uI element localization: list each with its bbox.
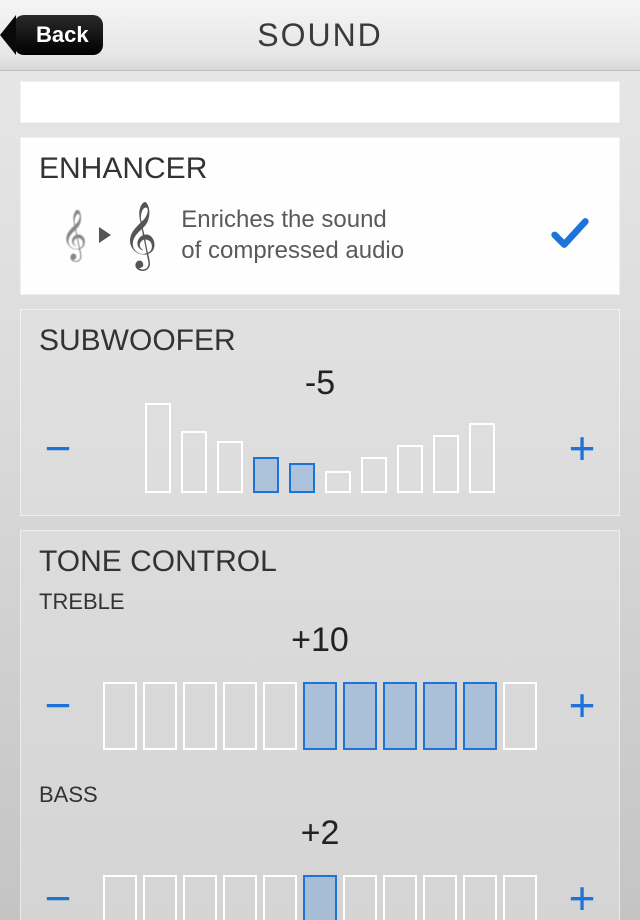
bass-plus-button[interactable]: + xyxy=(559,866,605,920)
treble-bars[interactable] xyxy=(87,660,553,750)
enhancer-card: ENHANCER 𝄞 𝄞 Enriches the sound of compr… xyxy=(20,137,620,295)
subwoofer-bar[interactable] xyxy=(253,457,279,493)
subwoofer-bar[interactable] xyxy=(361,457,387,493)
bass-bar[interactable] xyxy=(143,875,177,920)
enhancer-title: ENHANCER xyxy=(21,138,619,186)
bass-bar[interactable] xyxy=(503,875,537,920)
bass-minus-button[interactable]: − xyxy=(35,866,81,920)
subwoofer-bar[interactable] xyxy=(325,471,351,493)
subwoofer-bars[interactable] xyxy=(87,403,553,493)
treble-plus-button[interactable]: + xyxy=(559,673,605,737)
bass-bar[interactable] xyxy=(223,875,257,920)
checkmark-icon xyxy=(547,243,593,260)
treble-bar[interactable] xyxy=(503,682,537,750)
subwoofer-plus-button[interactable]: + xyxy=(559,416,605,480)
back-button[interactable]: Back xyxy=(14,15,103,55)
tone-title: TONE CONTROL xyxy=(21,531,619,579)
bass-bar[interactable] xyxy=(383,875,417,920)
enhancer-description: Enriches the sound of compressed audio xyxy=(181,204,523,266)
subwoofer-bar[interactable] xyxy=(289,463,315,493)
treble-bar[interactable] xyxy=(303,682,337,750)
subwoofer-value: -5 xyxy=(35,364,605,403)
subwoofer-minus-button[interactable]: − xyxy=(35,416,81,480)
navbar: Back SOUND xyxy=(0,0,640,71)
bass-bar[interactable] xyxy=(463,875,497,920)
subwoofer-title: SUBWOOFER xyxy=(21,310,619,358)
treble-value: +10 xyxy=(35,621,605,660)
treble-clef-small-icon: 𝄞 xyxy=(61,213,87,257)
subwoofer-bar[interactable] xyxy=(217,441,243,493)
tone-card: TONE CONTROL TREBLE +10 − xyxy=(20,530,620,920)
bass-label: BASS xyxy=(21,772,619,808)
bass-bars[interactable] xyxy=(87,853,553,920)
treble-bar[interactable] xyxy=(103,682,137,750)
subwoofer-bar[interactable] xyxy=(469,423,495,493)
bass-bar[interactable] xyxy=(263,875,297,920)
treble-bar[interactable] xyxy=(183,682,217,750)
treble-bar[interactable] xyxy=(383,682,417,750)
enhancer-illustration: 𝄞 𝄞 xyxy=(61,206,157,264)
treble-bar[interactable] xyxy=(143,682,177,750)
treble-bar[interactable] xyxy=(223,682,257,750)
treble-clef-icon: 𝄞 xyxy=(123,206,157,264)
bass-bar[interactable] xyxy=(303,875,337,920)
bass-bar[interactable] xyxy=(343,875,377,920)
back-button-label: Back xyxy=(36,22,89,48)
treble-bar[interactable] xyxy=(463,682,497,750)
subwoofer-bar[interactable] xyxy=(433,435,459,493)
bass-value: +2 xyxy=(35,814,605,853)
subwoofer-bar[interactable] xyxy=(397,445,423,493)
previous-card-edge xyxy=(20,81,620,123)
treble-label: TREBLE xyxy=(21,579,619,615)
subwoofer-card: SUBWOOFER -5 − + xyxy=(20,309,620,516)
bass-bar[interactable] xyxy=(183,875,217,920)
page-title: SOUND xyxy=(257,17,383,54)
arrow-right-icon xyxy=(99,227,111,243)
enhancer-toggle[interactable] xyxy=(547,210,593,261)
treble-bar[interactable] xyxy=(343,682,377,750)
treble-bar[interactable] xyxy=(423,682,457,750)
treble-bar[interactable] xyxy=(263,682,297,750)
bass-bar[interactable] xyxy=(423,875,457,920)
bass-bar[interactable] xyxy=(103,875,137,920)
subwoofer-bar[interactable] xyxy=(181,431,207,493)
subwoofer-bar[interactable] xyxy=(145,403,171,493)
treble-minus-button[interactable]: − xyxy=(35,673,81,737)
